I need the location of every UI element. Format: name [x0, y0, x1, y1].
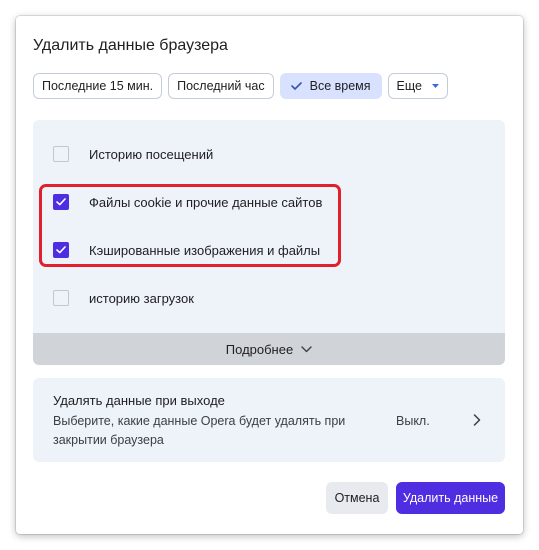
more-time-ranges-dropdown[interactable]: Еще	[387, 73, 448, 99]
caret-down-icon	[431, 84, 439, 88]
chip-label: Все время	[309, 79, 371, 93]
chip-all-time[interactable]: Все время	[279, 73, 382, 99]
clear-data-button[interactable]: Удалить данные	[396, 482, 505, 514]
data-type-row-downloads[interactable]: историю загрузок	[53, 290, 194, 306]
clear-on-exit-description: Выберите, какие данные Opera будет удаля…	[53, 414, 346, 447]
data-type-label: историю загрузок	[89, 290, 194, 306]
chip-last-hour[interactable]: Последний час	[168, 73, 274, 99]
clear-on-exit-title: Удалять данные при выходе	[53, 393, 225, 408]
clear-browsing-data-dialog: Удалить данные браузера Последние 15 мин…	[16, 16, 523, 534]
history-checkbox[interactable]	[53, 146, 69, 162]
dialog-title: Удалить данные браузера	[33, 37, 228, 54]
clear-on-exit-setting[interactable]: Удалять данные при выходе Выберите, каки…	[33, 378, 505, 462]
cancel-button[interactable]: Отмена	[326, 482, 388, 514]
time-range-chips: Последние 15 мин. Последний час Все врем…	[33, 73, 448, 99]
dropdown-label: Еще	[396, 79, 422, 93]
chip-label: Последние 15 мин.	[42, 79, 154, 93]
chip-label: Последний час	[177, 79, 265, 93]
clear-on-exit-status: Выкл.	[396, 414, 430, 428]
more-details-button[interactable]: Подробнее	[33, 333, 505, 365]
highlight-annotation	[39, 184, 341, 267]
more-details-label: Подробнее	[225, 341, 294, 357]
data-type-label: Историю посещений	[89, 146, 214, 162]
check-icon	[290, 82, 302, 90]
chevron-right-icon	[473, 414, 481, 426]
downloads-checkbox[interactable]	[53, 290, 69, 306]
chip-last-15-min[interactable]: Последние 15 мин.	[33, 73, 163, 99]
data-type-row-history[interactable]: Историю посещений	[53, 146, 213, 162]
chevron-down-icon	[301, 345, 312, 352]
